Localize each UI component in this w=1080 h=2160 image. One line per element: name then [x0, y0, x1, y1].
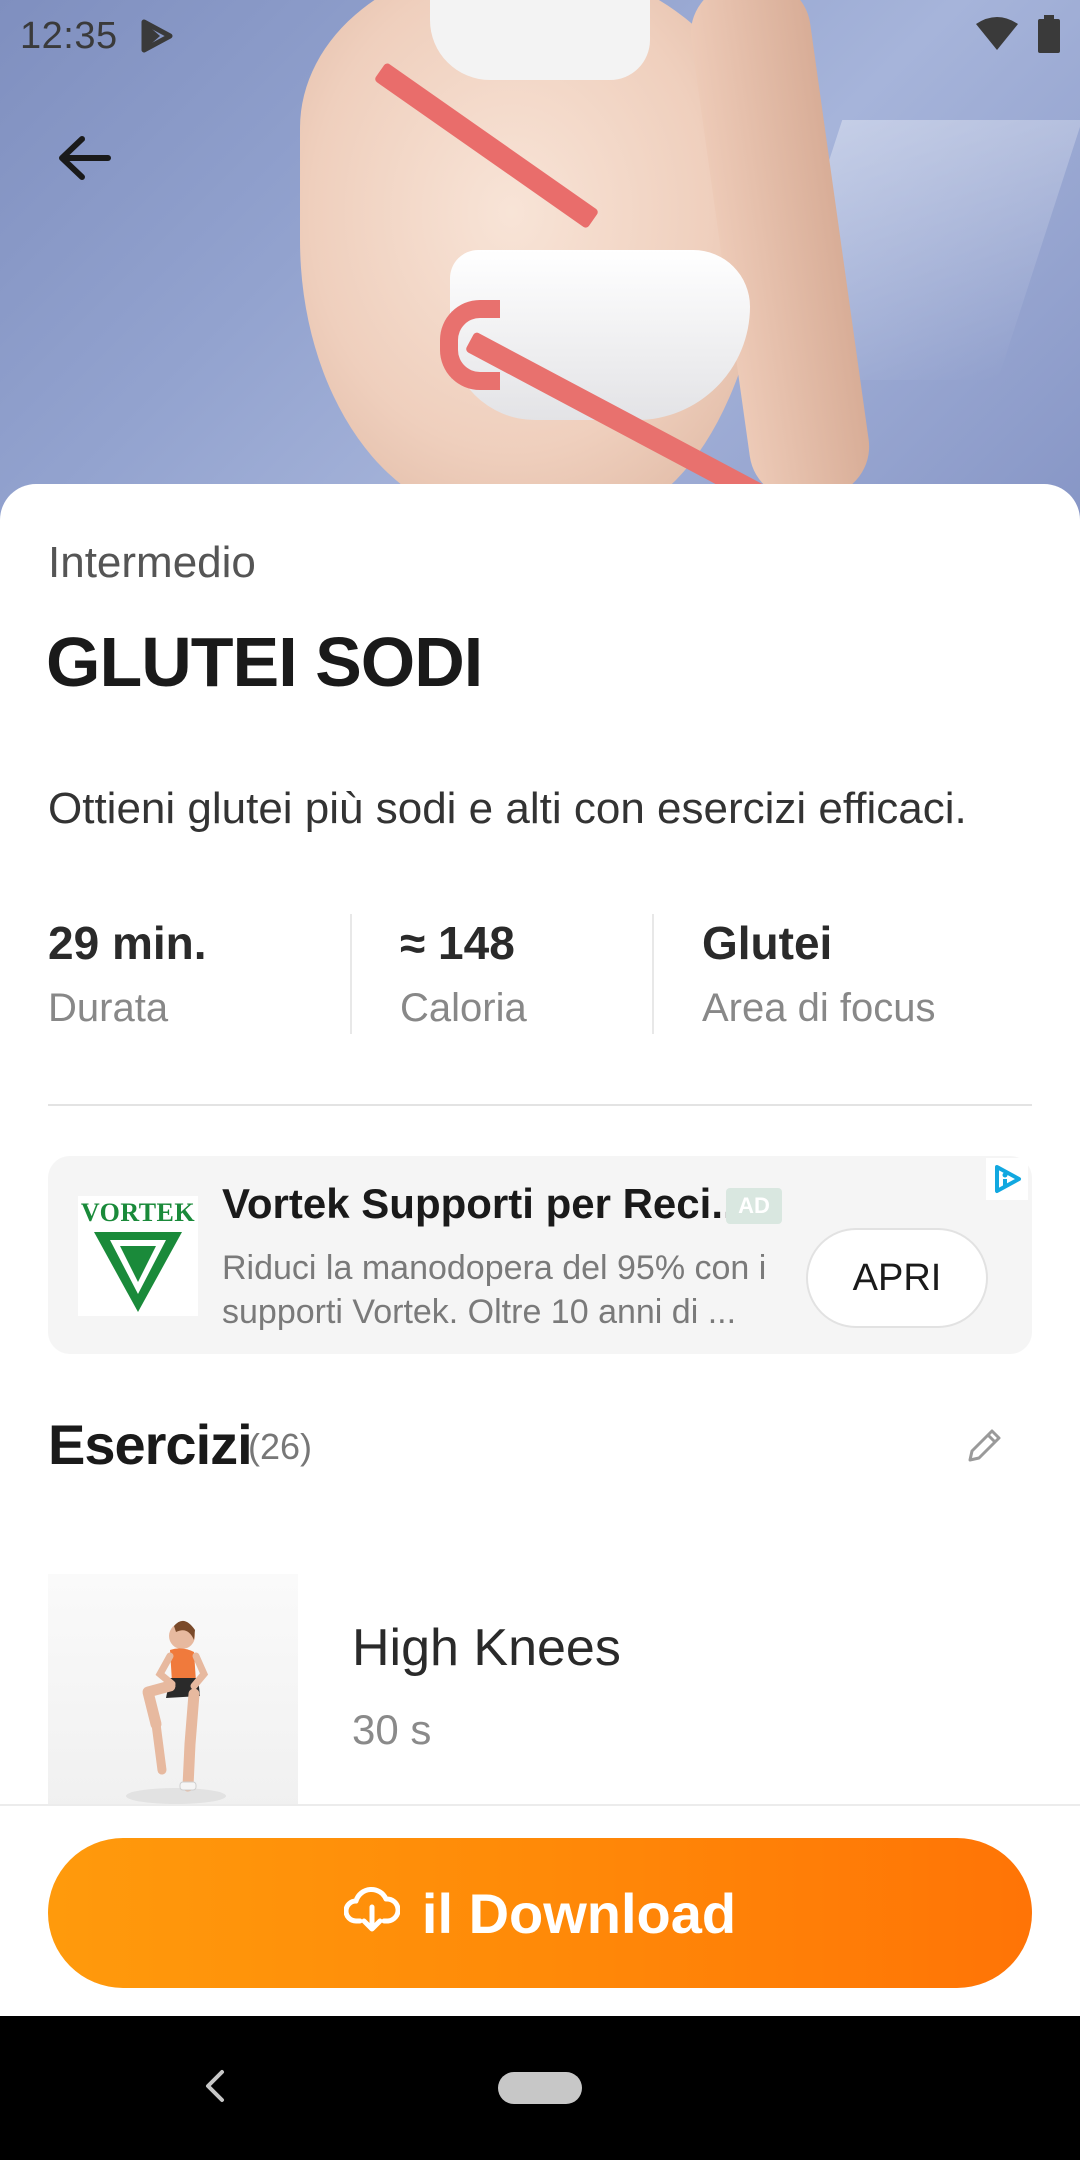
wifi-icon [974, 16, 1020, 57]
ad-badge: AD [726, 1188, 782, 1224]
edit-button[interactable] [950, 1414, 1018, 1482]
pencil-icon [962, 1424, 1006, 1473]
stat-value: 29 min. [48, 917, 207, 969]
status-time: 12:35 [20, 14, 118, 57]
cloud-download-icon [343, 1881, 401, 1946]
arrow-left-icon [56, 134, 112, 187]
vortek-logo-icon [94, 1232, 182, 1312]
download-label: il Download [421, 1881, 737, 1945]
content-sheet: Intermedio GLUTEI SODI Ottieni glutei pi… [0, 484, 1080, 1814]
workout-title: GLUTEI SODI [46, 623, 483, 701]
difficulty-level: Intermedio [48, 538, 256, 587]
back-button[interactable] [44, 120, 124, 200]
status-bar: 12:35 [0, 0, 1080, 72]
exercises-count: (26) [248, 1426, 313, 1467]
stat-label: Caloria [400, 986, 527, 1030]
ad-title: Vortek Supporti per Reci... [222, 1180, 747, 1227]
ad-text: Riduci la manodopera del 95% con i suppo… [222, 1249, 767, 1331]
nav-back-button[interactable] [186, 2060, 242, 2116]
battery-icon [1038, 14, 1060, 58]
exercise-thumbnail [48, 1574, 298, 1814]
ad-banner[interactable]: VORTEK Vortek Supporti per Reci... AD Ri… [48, 1156, 1032, 1354]
stat-label: Area di focus [702, 986, 936, 1030]
stat-calories: ≈ 148 Caloria [350, 914, 652, 1034]
nav-home-pill[interactable] [498, 2072, 582, 2104]
exercise-duration: 30 s [352, 1706, 432, 1753]
bottom-action-bar: il Download [0, 1804, 1080, 2016]
ad-logo: VORTEK [78, 1196, 198, 1316]
stat-value: ≈ 148 [400, 917, 515, 969]
workout-detail-screen: 12:35 Intermedio GLUTEI SODI Ottieni glu… [0, 0, 1080, 2160]
workout-description: Ottieni glutei più sodi e alti con eserc… [48, 784, 967, 833]
stat-value: Glutei [702, 917, 833, 969]
hero-image [0, 0, 1080, 520]
stat-duration: 29 min. Durata [48, 914, 350, 1034]
workout-stats: 29 min. Durata ≈ 148 Caloria Glutei Area… [48, 914, 1032, 1034]
stat-label: Durata [48, 986, 169, 1030]
chevron-left-icon [202, 2068, 226, 2109]
exercises-heading: Esercizi [48, 1413, 253, 1476]
divider [48, 1104, 1032, 1106]
play-store-icon [140, 19, 174, 53]
stat-focus-area: Glutei Area di focus [652, 914, 954, 1034]
ad-open-button[interactable]: APRI [806, 1228, 988, 1328]
download-button[interactable]: il Download [48, 1838, 1032, 1988]
exercise-item[interactable]: High Knees 30 s [48, 1574, 1032, 1814]
exercise-name: High Knees [352, 1619, 621, 1677]
system-nav-bar [0, 2016, 1080, 2160]
ad-choices-icon[interactable] [986, 1158, 1028, 1200]
